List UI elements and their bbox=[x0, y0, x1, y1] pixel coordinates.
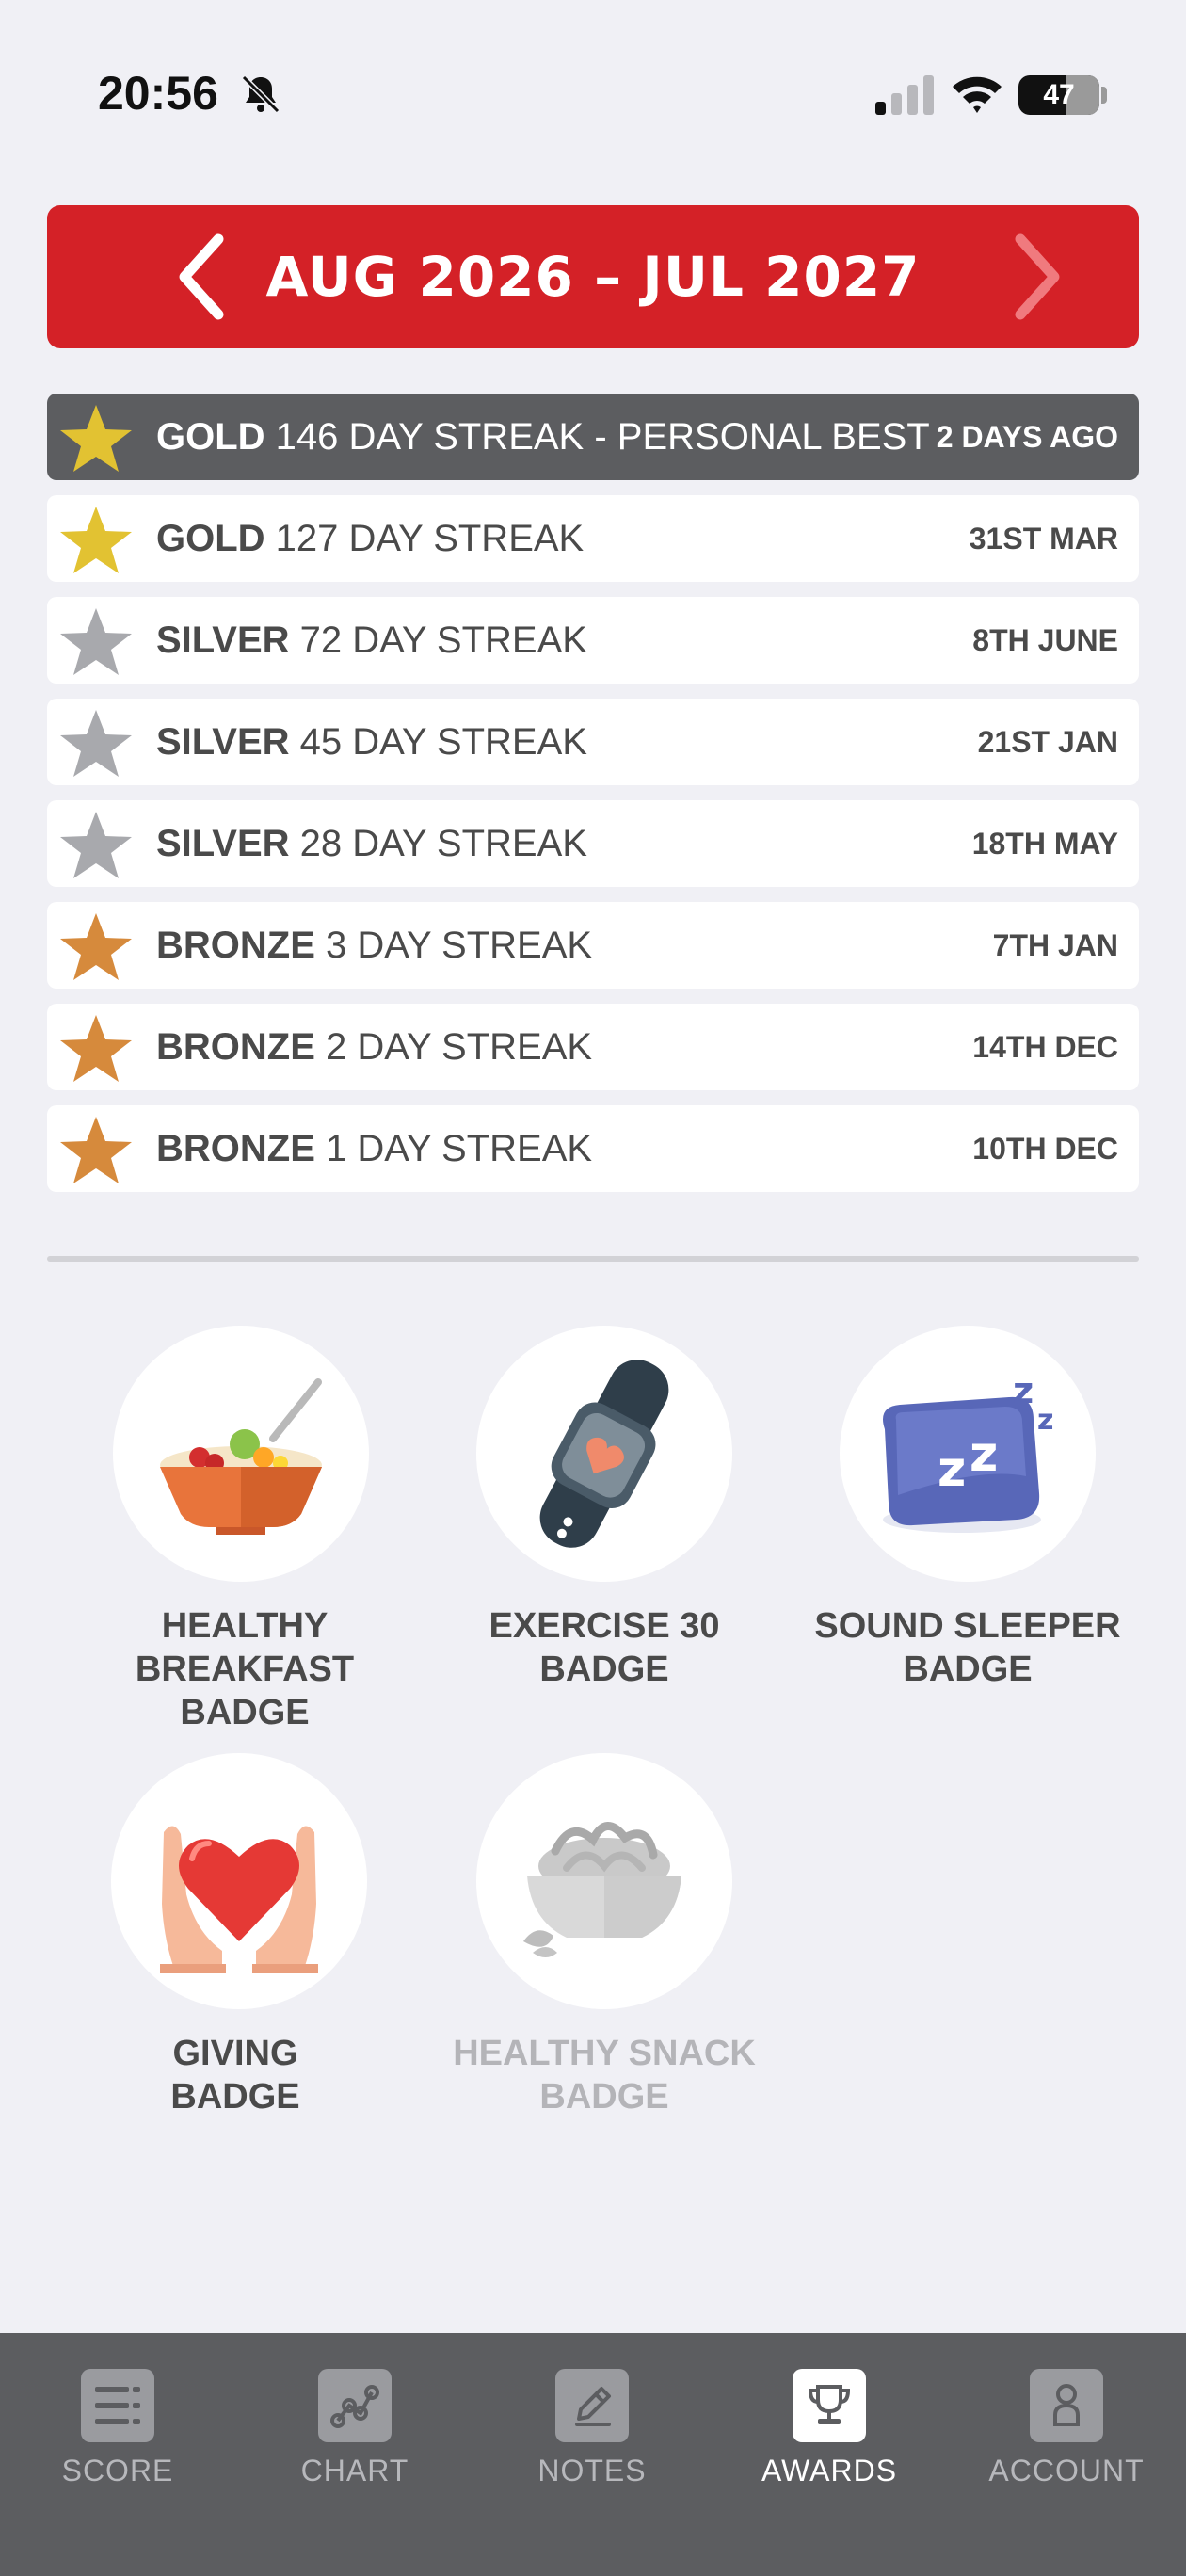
previous-period-button[interactable] bbox=[158, 232, 248, 322]
streak-text: 1 DAY STREAK bbox=[326, 1127, 593, 1169]
status-bar: 20:56 47 bbox=[0, 0, 1186, 188]
streak-tier: SILVER bbox=[156, 619, 290, 661]
bronze-star-icon bbox=[60, 1117, 132, 1183]
streak-tier: GOLD bbox=[156, 517, 265, 559]
streak-date: 10TH DEC bbox=[972, 1131, 1118, 1166]
silver-star-icon bbox=[60, 608, 132, 675]
bronze-star-icon bbox=[60, 1015, 132, 1082]
tab-bar: SCORE CHART NOTES AWARDS ACCOUNT bbox=[0, 2333, 1186, 2576]
streak-row[interactable]: SILVER 72 DAY STREAK 8TH JUNE bbox=[47, 597, 1139, 684]
breakfast-bowl-icon bbox=[160, 1378, 322, 1535]
sleep-pillow-icon: z z z z bbox=[883, 1370, 1053, 1533]
battery-indicator: 47 bbox=[1018, 75, 1099, 115]
silver-star-icon bbox=[60, 710, 132, 777]
pencil-icon bbox=[555, 2369, 629, 2442]
chevron-left-icon bbox=[179, 233, 224, 320]
badge-name-line2: BADGE bbox=[170, 2077, 300, 2117]
streak-row[interactable]: GOLD 127 DAY STREAK 31ST MAR bbox=[47, 495, 1139, 582]
svg-text:z: z bbox=[1013, 1370, 1034, 1411]
list-icon bbox=[81, 2369, 154, 2442]
streak-date: 21ST JAN bbox=[977, 724, 1118, 759]
period-title: AUG 2026 – JUL 2027 bbox=[265, 245, 921, 309]
tab-label: NOTES bbox=[537, 2454, 647, 2487]
tab-awards[interactable]: AWARDS bbox=[735, 2352, 923, 2503]
bronze-star-icon bbox=[60, 913, 132, 980]
streak-row[interactable]: BRONZE 3 DAY STREAK 7TH JAN bbox=[47, 902, 1139, 989]
streak-text: 45 DAY STREAK bbox=[299, 720, 587, 763]
streak-row[interactable]: SILVER 28 DAY STREAK 18TH MAY bbox=[47, 800, 1139, 887]
tab-label: ACCOUNT bbox=[988, 2454, 1145, 2487]
snack-bowl-icon bbox=[523, 1822, 681, 1957]
period-header: AUG 2026 – JUL 2027 bbox=[47, 205, 1139, 348]
status-time: 20:56 bbox=[98, 67, 218, 120]
battery-tip bbox=[1101, 87, 1107, 104]
tab-label: CHART bbox=[300, 2454, 409, 2487]
streak-date: 18TH MAY bbox=[971, 826, 1118, 861]
bell-muted-icon bbox=[241, 74, 280, 114]
streak-text: 3 DAY STREAK bbox=[326, 924, 593, 966]
badge-name-line1: EXERCISE 30 bbox=[489, 1606, 720, 1646]
badge-name-line2: BREAKFAST BADGE bbox=[135, 1650, 355, 1732]
streak-row[interactable]: BRONZE 1 DAY STREAK 10TH DEC bbox=[47, 1105, 1139, 1192]
streak-text: 127 DAY STREAK bbox=[275, 517, 585, 559]
streak-date: 7TH JAN bbox=[992, 927, 1118, 962]
battery-level: 47 bbox=[1043, 79, 1075, 110]
badge-circle bbox=[113, 1326, 369, 1582]
wifi-icon bbox=[953, 76, 1002, 113]
streak-date: 31ST MAR bbox=[969, 521, 1118, 555]
streak-row[interactable]: GOLD 146 DAY STREAK - PERSONAL BEST 2 DA… bbox=[47, 394, 1139, 480]
person-icon bbox=[1030, 2369, 1103, 2442]
streak-tier: BRONZE bbox=[156, 1025, 315, 1068]
badge-name-line2: BADGE bbox=[539, 1650, 669, 1689]
streak-tier: SILVER bbox=[156, 822, 290, 864]
next-period-button[interactable] bbox=[990, 232, 1081, 322]
streak-text: 72 DAY STREAK bbox=[299, 619, 587, 661]
streak-text: 146 DAY STREAK - PERSONAL BEST bbox=[275, 415, 930, 458]
badge-circle: z z z z bbox=[840, 1326, 1096, 1582]
trophy-icon bbox=[793, 2369, 866, 2442]
badge-circle bbox=[476, 1326, 732, 1582]
cellular-signal-icon bbox=[875, 75, 934, 115]
svg-text:z: z bbox=[938, 1441, 966, 1498]
silver-star-icon bbox=[60, 812, 132, 878]
tab-chart[interactable]: CHART bbox=[261, 2352, 449, 2503]
badge-name-line1: SOUND SLEEPER bbox=[814, 1606, 1121, 1646]
tab-label: SCORE bbox=[61, 2454, 174, 2487]
tab-notes[interactable]: NOTES bbox=[498, 2352, 686, 2503]
gold-star-icon bbox=[60, 405, 132, 472]
section-divider bbox=[47, 1256, 1139, 1262]
badge-name-line1: GIVING bbox=[172, 2034, 298, 2073]
badge-name-line2: BADGE bbox=[539, 2077, 669, 2117]
badge-circle bbox=[111, 1753, 367, 2009]
streak-list: GOLD 146 DAY STREAK - PERSONAL BEST 2 DA… bbox=[47, 394, 1139, 1207]
chevron-right-icon bbox=[1015, 233, 1060, 320]
streak-date: 8TH JUNE bbox=[972, 622, 1118, 657]
badge-circle bbox=[476, 1753, 732, 2009]
tab-score[interactable]: SCORE bbox=[24, 2352, 212, 2503]
streak-tier: BRONZE bbox=[156, 924, 315, 966]
streak-tier: BRONZE bbox=[156, 1127, 315, 1169]
streak-date: 14TH DEC bbox=[972, 1029, 1118, 1064]
badge-name-line1: HEALTHY bbox=[161, 1606, 329, 1646]
smartwatch-icon bbox=[539, 1360, 669, 1548]
chart-icon bbox=[318, 2369, 392, 2442]
svg-text:z: z bbox=[970, 1426, 998, 1483]
svg-text:z: z bbox=[1037, 1404, 1053, 1437]
heart-hands-icon bbox=[160, 1826, 318, 1973]
streak-text: 2 DAY STREAK bbox=[326, 1025, 593, 1068]
streak-tier: SILVER bbox=[156, 720, 290, 763]
badge-name-line2: BADGE bbox=[903, 1650, 1033, 1689]
streak-text: 28 DAY STREAK bbox=[299, 822, 587, 864]
tab-account[interactable]: ACCOUNT bbox=[972, 2352, 1161, 2503]
gold-star-icon bbox=[60, 507, 132, 573]
badge-name-line1: HEALTHY SNACK bbox=[453, 2034, 756, 2073]
tab-label: AWARDS bbox=[761, 2454, 898, 2487]
streak-row[interactable]: SILVER 45 DAY STREAK 21ST JAN bbox=[47, 699, 1139, 785]
streak-date: 2 DAYS AGO bbox=[936, 419, 1118, 454]
streak-tier: GOLD bbox=[156, 415, 265, 458]
streak-row[interactable]: BRONZE 2 DAY STREAK 14TH DEC bbox=[47, 1004, 1139, 1090]
